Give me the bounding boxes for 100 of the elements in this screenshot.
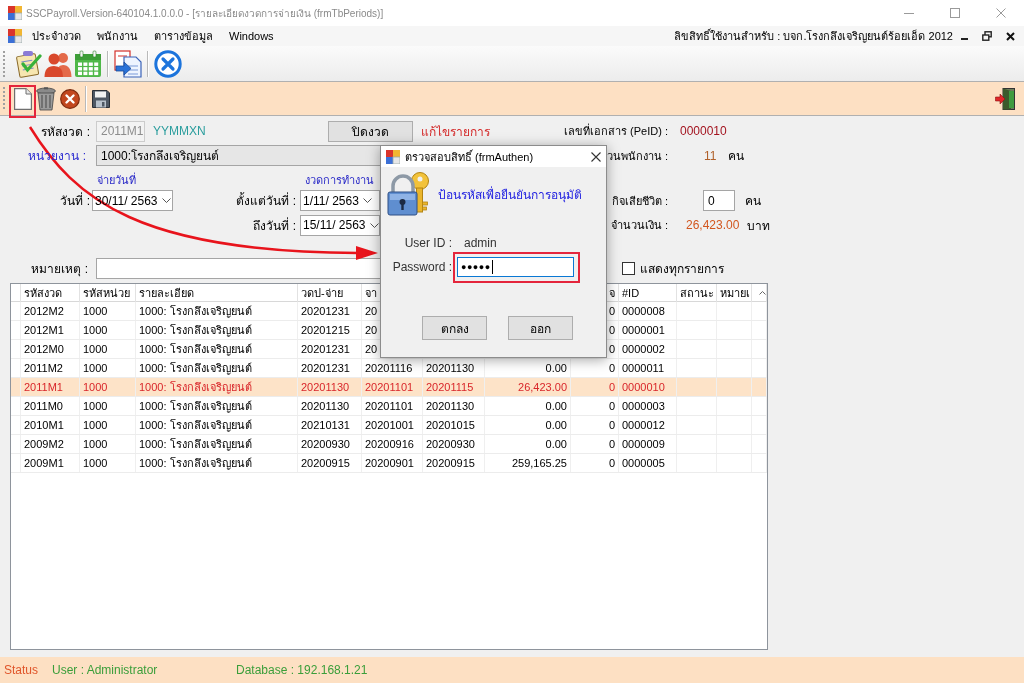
close-period-button[interactable]: ปิดงวด — [328, 120, 413, 142]
exit-button[interactable]: ออก — [508, 316, 573, 340]
table-cell: 20200930 — [426, 438, 475, 450]
user-status: User : Administrator — [52, 663, 158, 677]
app-icon — [8, 6, 22, 20]
chevron-down-icon[interactable] — [369, 222, 379, 228]
table-cell: 0 — [608, 381, 615, 393]
column-header[interactable]: #ID — [622, 287, 640, 299]
password-field[interactable]: ●●●●● — [457, 257, 574, 277]
table-row[interactable]: 2011M0 1000 1000: โรงกลึงเจริญยนต์ 20201130 20201101 20201130 0.00 0 0000003 — [11, 397, 767, 416]
table-cell: 20200915 — [426, 457, 475, 469]
table-cell: 259,165.25 — [511, 457, 567, 469]
close-circle-icon[interactable] — [154, 49, 182, 78]
minimize-icon[interactable] — [904, 12, 914, 14]
count-field[interactable]: 0 — [703, 190, 735, 211]
save-icon[interactable] — [92, 89, 110, 108]
table-cell: 0 — [608, 400, 615, 412]
menu-item[interactable]: พนักงาน — [89, 25, 146, 47]
table-cell: 2012M2 — [24, 305, 64, 317]
table-cell: 20201231 — [301, 343, 350, 355]
table-cell: 0000012 — [622, 419, 665, 431]
field-label: เลขที่เอกสาร (PeID) : — [564, 122, 668, 139]
checklist-icon[interactable] — [14, 49, 42, 78]
table-cell: 2012M1 — [24, 324, 64, 336]
table-cell: 20201231 — [301, 362, 350, 374]
dialog-title: ตรวจสอบสิทธิ์ (frmAuthen) — [405, 148, 534, 165]
restore-icon[interactable] — [982, 31, 992, 41]
table-cell: 1000 — [83, 305, 108, 317]
table-cell: 1000 — [83, 438, 108, 450]
table-row[interactable]: 2011M2 1000 1000: โรงกลึงเจริญยนต์ 20201231 20201116 20201130 0.00 0 0000011 — [11, 359, 767, 378]
date-picker[interactable]: 1/11/ 2563 — [300, 190, 380, 211]
table-cell-text: 1000: โรงกลึงเจริญยนต์ — [139, 418, 252, 434]
table-row[interactable]: 2009M2 1000 1000: โรงกลึงเจริญยนต์ 20200930 20200916 20200930 0.00 0 0000009 — [11, 435, 767, 454]
show-all-checkbox[interactable] — [622, 262, 635, 275]
employee-count: 11 — [704, 148, 717, 163]
table-cell: 20200916 — [365, 438, 414, 450]
column-header[interactable]: วดป-จ่าย — [301, 284, 343, 302]
column-header[interactable]: หมายเ — [720, 284, 750, 302]
table-cell: 0 — [608, 362, 615, 374]
menu-item[interactable]: Windows — [221, 28, 282, 44]
table-cell-text: 1000: โรงกลึงเจริญยนต์ — [139, 456, 252, 472]
close-icon[interactable] — [1006, 31, 1015, 41]
caret-up-icon[interactable] — [759, 291, 766, 295]
date-picker[interactable]: 15/11/ 2563 — [300, 214, 380, 236]
close-icon[interactable] — [591, 151, 601, 162]
table-cell: 2011M0 — [24, 400, 63, 412]
table-cell: 2011M1 — [24, 381, 63, 393]
field-label: รหัสงวด : — [41, 123, 90, 141]
table-cell: 0.00 — [545, 419, 567, 431]
table-cell: 20 — [365, 343, 378, 355]
table-row[interactable]: 2010M1 1000 1000: โรงกลึงเจริญยนต์ 20210131 20201001 20201015 0.00 0 0000012 — [11, 416, 767, 435]
table-cell: 0.00 — [545, 438, 567, 450]
users-icon[interactable] — [44, 50, 72, 77]
table-cell: 1000 — [83, 457, 108, 469]
table-cell: 20210131 — [301, 419, 350, 431]
cancel-icon[interactable] — [60, 88, 80, 109]
table-cell: 0 — [608, 457, 615, 469]
document-transfer-icon[interactable] — [114, 49, 142, 78]
user-id-value: admin — [464, 236, 497, 250]
maximize-icon[interactable] — [950, 8, 960, 18]
table-cell-text: 1000: โรงกลึงเจริญยนต์ — [139, 304, 252, 320]
table-cell: 0.00 — [545, 362, 567, 374]
chevron-down-icon[interactable] — [362, 198, 372, 203]
table-cell: 2009M2 — [24, 438, 64, 450]
chevron-down-icon[interactable] — [161, 198, 171, 203]
table-cell: 0000001 — [622, 324, 665, 336]
table-cell: 0 — [608, 438, 615, 450]
table-cell: 0000008 — [622, 305, 665, 317]
field-label: หมายเหตุ : — [31, 261, 88, 278]
column-header[interactable]: รายละเอียด — [139, 284, 194, 302]
dialog-message: ป้อนรหัสเพื่อยืนยันการอนุมัติ — [438, 185, 582, 204]
format-hint: YYMMXN — [153, 124, 206, 138]
field-label: วนพนักงาน : — [606, 148, 668, 164]
menu-item[interactable]: ประจำงวด — [24, 25, 89, 47]
table-cell: 20201231 — [301, 305, 350, 317]
table-cell-text: 1000: โรงกลึงเจริญยนต์ — [139, 437, 252, 453]
exit-icon[interactable] — [995, 87, 1015, 110]
table-row[interactable]: 2011M1 1000 1000: โรงกลึงเจริญยนต์ 20201130 20201101 20201115 26,423.00 0 0000010 — [11, 378, 767, 397]
field-label: ถึงวันที่ : — [253, 216, 296, 235]
lock-key-icon — [387, 172, 431, 216]
column-header[interactable]: จา — [365, 284, 377, 302]
trash-icon[interactable] — [36, 86, 56, 111]
column-header[interactable]: สถานะ — [680, 284, 714, 302]
table-cell: 26,423.00 — [518, 381, 567, 393]
app-icon[interactable] — [8, 29, 22, 43]
calendar-icon[interactable] — [74, 49, 102, 78]
table-cell: 1000 — [83, 400, 108, 412]
table-cell: 20 — [365, 324, 378, 336]
table-row[interactable]: 2009M1 1000 1000: โรงกลึงเจริญยนต์ 20200915 20200901 20200915 259,165.25 0 0000005 — [11, 454, 767, 473]
ok-button[interactable]: ตกลง — [422, 316, 487, 340]
table-cell: 20201101 — [365, 400, 414, 412]
table-cell: 1000 — [83, 381, 108, 393]
column-header[interactable]: รหัสหน่วย — [83, 284, 130, 302]
new-document-icon[interactable] — [14, 87, 32, 110]
column-header[interactable]: จ — [609, 284, 615, 302]
menu-item[interactable]: ตารางข้อมูล — [146, 25, 221, 47]
column-header[interactable]: รหัสงวด — [24, 284, 62, 302]
table-cell: 1000 — [83, 343, 108, 355]
table-cell: 2009M1 — [24, 457, 64, 469]
table-cell: 0000005 — [622, 457, 665, 469]
